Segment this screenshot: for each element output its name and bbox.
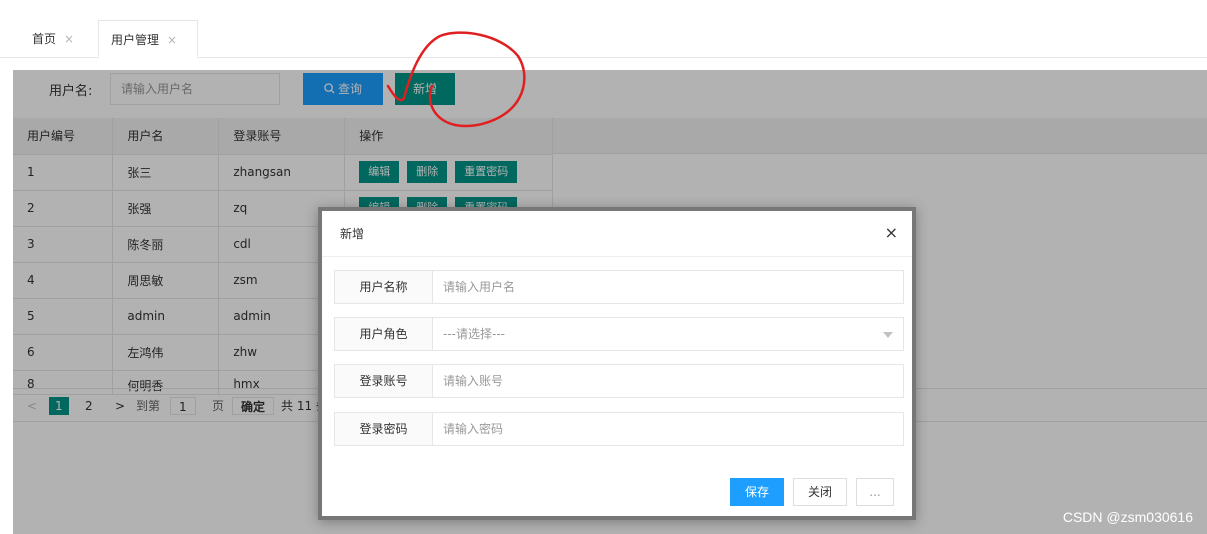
more-button[interactable]: ... [856, 478, 894, 506]
add-user-dialog: 新增 × 用户名称 请输入用户名 用户角色 ---请选择--- 登录账号 请输入… [318, 207, 916, 520]
tab-home-label: 首页 [32, 32, 57, 46]
form-row-role: 用户角色 ---请选择--- [334, 317, 904, 351]
password-label: 登录密码 [335, 413, 433, 445]
account-label: 登录账号 [335, 365, 433, 397]
form-row-password: 登录密码 请输入密码 [334, 412, 904, 446]
role-select[interactable]: ---请选择--- [433, 318, 903, 350]
tab-user-management-label: 用户管理 [111, 33, 160, 47]
tab-home[interactable]: 首页 × [20, 20, 86, 58]
form-row-username: 用户名称 请输入用户名 [334, 270, 904, 304]
save-button[interactable]: 保存 [730, 478, 784, 506]
dialog-actions: 保存 关闭 ... [730, 478, 894, 506]
form-row-account: 登录账号 请输入账号 [334, 364, 904, 398]
account-input[interactable]: 请输入账号 [433, 365, 903, 397]
close-button[interactable]: 关闭 [793, 478, 847, 506]
close-icon[interactable]: × [64, 32, 74, 46]
role-label: 用户角色 [335, 318, 433, 350]
watermark: CSDN @zsm030616 [1062, 509, 1193, 525]
username-input[interactable]: 请输入用户名 [433, 271, 903, 303]
tab-bar: 首页 × 用户管理 × [0, 0, 1207, 58]
tab-user-management[interactable]: 用户管理 × [98, 20, 198, 58]
close-icon[interactable]: × [167, 33, 177, 47]
username-label: 用户名称 [335, 271, 433, 303]
annotation-circle [386, 31, 526, 128]
dialog-title: 新增 [322, 211, 912, 257]
password-input[interactable]: 请输入密码 [433, 413, 903, 445]
chevron-down-icon[interactable] [883, 332, 893, 338]
close-icon[interactable]: × [885, 223, 898, 243]
